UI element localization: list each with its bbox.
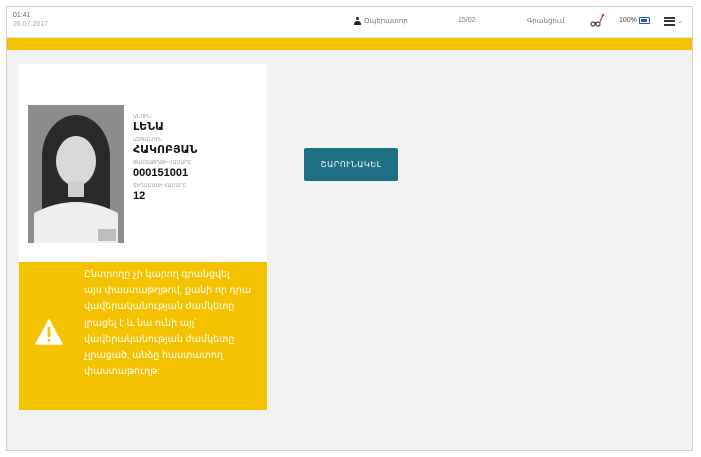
status-text: Գրանցում (527, 18, 565, 25)
field-precinct-number: ՏԵՂԱՄԱՍԻ ՀԱՄԱՐԸ 12 (133, 183, 263, 203)
counter-text: 15/02 (458, 17, 476, 24)
chevron-down-icon: ⌄ (677, 18, 683, 25)
last-name-value: ՀԱԿՈԲՅԱՆ (133, 144, 198, 156)
battery-indicator: 100% (619, 17, 650, 24)
app-window: 01:41 26.07.2017 Օպերատոր 15/02 Գրանցում… (6, 6, 693, 451)
battery-icon (638, 17, 650, 24)
warning-triangle-icon (35, 319, 63, 345)
voter-id-card: ԱՆՈՒՆ ԼԵՆԱ ԱԶԳԱՆՈՒՆ ՀԱԿՈԲՅԱՆ ՓԱՍՏԱԹՂԹԻ Հ… (19, 64, 267, 262)
field-label: ԱԶԳԱՆՈՒՆ (133, 137, 162, 143)
warning-line: վավերականության ժամկետը (84, 301, 235, 313)
hamburger-icon (664, 16, 675, 26)
warning-line: լրացել է և նա ունի այլ՝ (84, 317, 197, 329)
person-icon (354, 17, 361, 25)
accent-bar (7, 38, 692, 50)
warning-message: Ընտրողը չի կարող գրանցվել այս փաստաթղթով… (84, 267, 262, 380)
field-last-name: ԱԶԳԱՆՈՒՆ ՀԱԿՈԲՅԱՆ (133, 137, 263, 157)
warning-line: չլրացած, անձը հաստատող (84, 350, 223, 362)
precinct-number-value: 12 (133, 190, 146, 202)
warning-line: այս փաստաթղթով, քանի որ դրա (84, 285, 252, 297)
warning-line: փաստաթուղթ: (84, 366, 160, 378)
user-info[interactable]: Օպերատոր (354, 17, 408, 25)
document-number-value: 000151001 (133, 167, 189, 179)
menu-button[interactable]: ⌄ (664, 14, 688, 28)
warning-panel: Ընտրողը չի կարող գրանցվել այս փաստաթղթով… (19, 262, 267, 410)
field-document-number: ՓԱՍՏԱԹՂԹԻ ՀԱՄԱՐԸ 000151001 (133, 160, 263, 180)
field-first-name: ԱՆՈՒՆ ԼԵՆԱ (133, 114, 263, 134)
date-text: 26.07.2017 (13, 21, 49, 28)
warning-line: Ընտրողը չի կարող գրանցվել (84, 269, 230, 280)
voter-fields: ԱՆՈՒՆ ԼԵՆԱ ԱԶԳԱՆՈՒՆ ՀԱԿՈԲՅԱՆ ՓԱՍՏԱԹՂԹԻ Հ… (133, 114, 263, 206)
field-label: ՏԵՂԱՄԱՍԻ ՀԱՄԱՐԸ (133, 183, 187, 189)
voter-photo (28, 105, 124, 243)
field-label: ԱՆՈՒՆ (133, 114, 151, 120)
user-label: Օպերատոր (364, 18, 408, 25)
battery-level: 100% (619, 17, 637, 24)
status-bar: 01:41 26.07.2017 Օպերատոր 15/02 Գրանցում… (7, 7, 692, 38)
continue-button[interactable]: ՇԱՐՈՒՆԱԿԵԼ (304, 148, 398, 181)
field-label: ՓԱՍՏԱԹՂԹԻ ՀԱՄԱՐԸ (133, 160, 192, 166)
warning-line: վավերականության ժամկետը (84, 333, 235, 345)
network-icon (590, 13, 605, 27)
first-name-value: ԼԵՆԱ (133, 121, 164, 133)
clock: 01:41 26.07.2017 (13, 11, 48, 29)
time-text: 01:41 (13, 12, 31, 19)
